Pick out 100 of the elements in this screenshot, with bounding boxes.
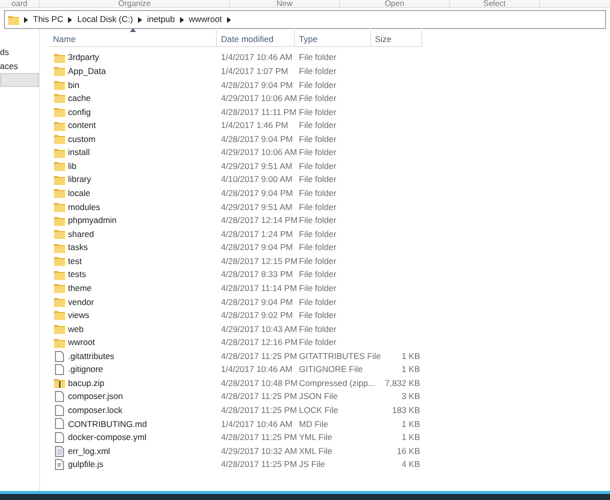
- column-header[interactable]: Date modified: [217, 28, 295, 46]
- file-name[interactable]: docker-compose.yml: [68, 431, 146, 444]
- file-name[interactable]: .gitignore: [68, 363, 103, 376]
- file-name[interactable]: custom: [68, 132, 96, 146]
- folder-icon: [54, 188, 65, 198]
- file-size: 1 KB: [402, 350, 420, 361]
- xml-document-icon: [55, 446, 64, 457]
- file-name[interactable]: bin: [68, 78, 80, 92]
- file-type: JSON File: [299, 391, 338, 402]
- file-type: File folder: [299, 296, 336, 307]
- file-name[interactable]: CONTRIBUTING.md: [68, 418, 147, 430]
- ribbon-group-label: New: [276, 0, 292, 7]
- folder-icon: [54, 93, 65, 104]
- folder-icon: [54, 107, 65, 118]
- folder-icon: [54, 270, 65, 280]
- date-modified: 4/29/2017 10:32 AM: [221, 446, 298, 456]
- date-modified: 4/28/2017 11:25 PM: [221, 432, 297, 442]
- date-modified: 4/28/2017 9:04 PM: [221, 242, 293, 252]
- document-icon: [55, 432, 64, 444]
- file-name[interactable]: composer.lock: [68, 404, 122, 417]
- file-name[interactable]: lib: [68, 160, 77, 173]
- file-type: File folder: [299, 106, 336, 117]
- address-bar[interactable]: This PC Local Disk (C:) inetpub wwwroot: [4, 10, 606, 29]
- file-name[interactable]: err_log.xml: [68, 444, 110, 458]
- file-name[interactable]: .gitattributes: [68, 350, 114, 363]
- zipped-folder-icon: [54, 378, 65, 388]
- nav-item[interactable]: ds: [0, 45, 39, 59]
- file-type: File folder: [299, 256, 336, 266]
- ribbon-group-label: Organize: [118, 0, 151, 7]
- folder-icon: [54, 134, 65, 144]
- document-icon: [55, 364, 64, 376]
- file-name[interactable]: vendor: [68, 296, 94, 308]
- file-name[interactable]: test: [68, 254, 82, 268]
- date-modified: 4/28/2017 12:16 PM: [221, 337, 298, 348]
- date-modified: 4/10/2017 9:00 AM: [221, 174, 292, 184]
- date-modified: 4/28/2017 9:02 PM: [221, 310, 293, 320]
- date-modified: 4/29/2017 10:06 AM: [221, 93, 298, 104]
- ribbon-group-label: oard: [11, 0, 28, 7]
- breadcrumb[interactable]: wwwroot: [188, 13, 222, 26]
- file-size: 1 KB: [402, 432, 420, 442]
- breadcrumb[interactable]: This PC: [33, 13, 64, 26]
- file-name[interactable]: wwroot: [68, 336, 95, 349]
- folder-icon: [54, 52, 65, 63]
- file-type: File folder: [299, 242, 336, 252]
- file-size: 183 KB: [392, 405, 420, 416]
- folder-icon: [54, 80, 65, 90]
- date-modified: 4/28/2017 9:04 PM: [221, 188, 293, 198]
- date-modified: 4/28/2017 9:04 PM: [221, 296, 293, 307]
- file-type: File folder: [299, 120, 336, 130]
- file-name[interactable]: bacup.zip: [68, 376, 104, 390]
- breadcrumb[interactable]: inetpub: [146, 13, 175, 26]
- file-name[interactable]: App_Data: [68, 64, 106, 78]
- file-name[interactable]: config: [68, 106, 91, 118]
- date-modified: 4/28/2017 9:04 PM: [221, 134, 293, 144]
- file-name[interactable]: cache: [68, 92, 91, 105]
- date-modified: 4/28/2017 11:14 PM: [221, 282, 297, 293]
- column-header[interactable]: Size: [371, 28, 422, 46]
- file-type: LOCK File: [299, 405, 338, 416]
- file-name[interactable]: library: [68, 173, 92, 186]
- file-type: File folder: [299, 93, 336, 104]
- file-name[interactable]: theme: [68, 282, 92, 295]
- caret-right-icon: [68, 16, 72, 22]
- file-name[interactable]: content: [68, 119, 96, 132]
- file-type: MD File: [299, 418, 328, 429]
- file-type: File folder: [299, 147, 336, 158]
- breadcrumb[interactable]: Local Disk (C:): [77, 13, 133, 26]
- file-name[interactable]: install: [68, 146, 90, 160]
- file-name[interactable]: modules: [68, 200, 100, 214]
- date-modified: 4/28/2017 11:11 PM: [221, 106, 296, 117]
- file-name[interactable]: 3rdparty: [68, 51, 100, 64]
- file-name[interactable]: tasks: [68, 241, 88, 254]
- nav-item[interactable]: [0, 73, 39, 87]
- script-document-icon: [55, 459, 64, 470]
- file-type: File folder: [299, 174, 336, 184]
- folder-icon: [54, 174, 65, 185]
- file-name[interactable]: phpmyadmin: [68, 214, 117, 227]
- file-name[interactable]: composer.json: [68, 390, 123, 404]
- date-modified: 1/4/2017 10:46 AM: [221, 52, 292, 62]
- file-name[interactable]: views: [68, 309, 90, 322]
- file-name[interactable]: gulpfile.js: [68, 458, 104, 472]
- file-name[interactable]: web: [68, 322, 84, 336]
- file-type: File folder: [299, 269, 336, 280]
- file-type: GITIGNORE File: [299, 364, 363, 374]
- column-header[interactable]: Type: [295, 28, 371, 46]
- file-name[interactable]: shared: [68, 228, 94, 240]
- date-modified: 4/29/2017 10:43 AM: [221, 324, 298, 334]
- folder-icon: [54, 283, 65, 294]
- folder-icon: [54, 229, 65, 240]
- date-modified: 4/28/2017 10:48 PM: [221, 378, 298, 388]
- file-type: YML File: [299, 432, 332, 442]
- file-size: 16 KB: [396, 446, 420, 456]
- file-size: 3 KB: [402, 391, 420, 402]
- nav-item[interactable]: aces: [0, 59, 39, 73]
- folder-icon: [54, 202, 65, 212]
- file-type: File folder: [299, 282, 336, 293]
- date-modified: 4/28/2017 9:04 PM: [221, 80, 293, 90]
- file-name[interactable]: locale: [68, 187, 90, 200]
- caret-right-icon: [138, 16, 142, 22]
- column-header[interactable]: Name: [49, 28, 217, 46]
- file-name[interactable]: tests: [68, 268, 86, 282]
